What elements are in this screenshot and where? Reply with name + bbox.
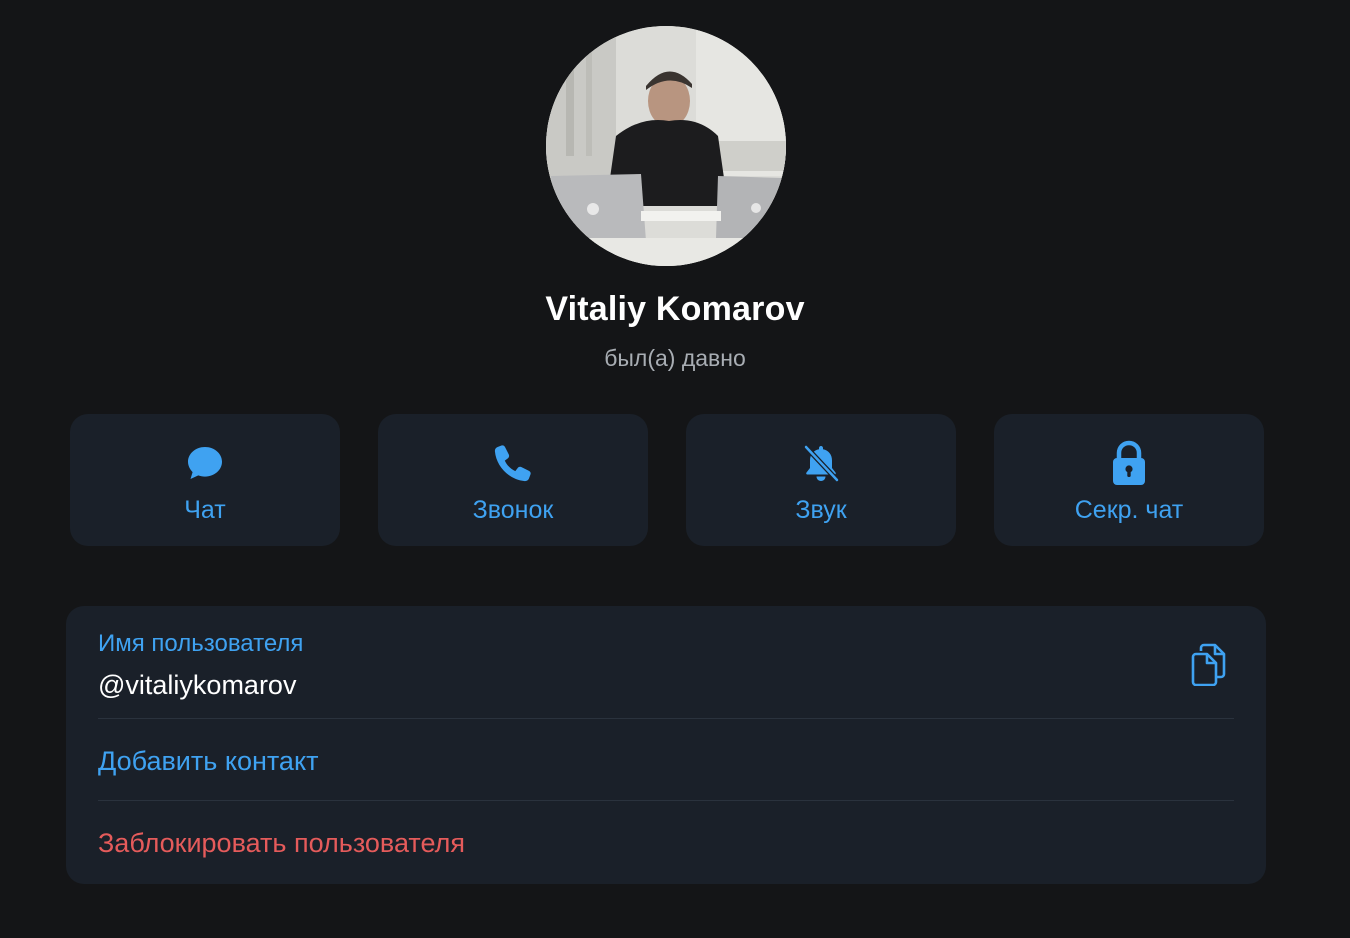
- chat-button[interactable]: Чат: [70, 414, 340, 546]
- copy-icon: [1191, 643, 1226, 687]
- copy-username-button[interactable]: [1188, 642, 1232, 687]
- last-seen-status: был(а) давно: [604, 345, 746, 371]
- username-caption: Имя пользователя: [98, 630, 304, 657]
- sound-button-label: Звук: [795, 496, 847, 524]
- action-buttons: Чат Звонок Звук Секр. чат: [70, 414, 1264, 546]
- block-user-button[interactable]: Заблокировать пользователя: [98, 828, 465, 859]
- bell-muted-icon: [803, 444, 840, 483]
- divider: [98, 718, 1234, 719]
- lock-icon: [1113, 440, 1145, 485]
- username-value[interactable]: @vitaliykomarov: [98, 670, 296, 701]
- add-contact-button[interactable]: Добавить контакт: [98, 746, 318, 777]
- info-card: Имя пользователя @vitaliykomarov Добавит…: [66, 606, 1266, 884]
- avatar[interactable]: [546, 26, 786, 266]
- secret-chat-button[interactable]: Секр. чат: [994, 414, 1264, 546]
- call-button-label: Звонок: [472, 496, 554, 524]
- chat-button-label: Чат: [184, 496, 226, 524]
- chat-bubble-icon: [188, 447, 222, 479]
- phone-icon: [494, 445, 531, 482]
- secret-chat-button-label: Секр. чат: [1074, 496, 1184, 524]
- sound-button[interactable]: Звук: [686, 414, 956, 546]
- profile-page: Vitaliy Komarov был(а) давно Чат Звонок: [0, 0, 1350, 938]
- profile-name: Vitaliy Komarov: [545, 290, 805, 328]
- divider: [98, 800, 1234, 801]
- call-button[interactable]: Звонок: [378, 414, 648, 546]
